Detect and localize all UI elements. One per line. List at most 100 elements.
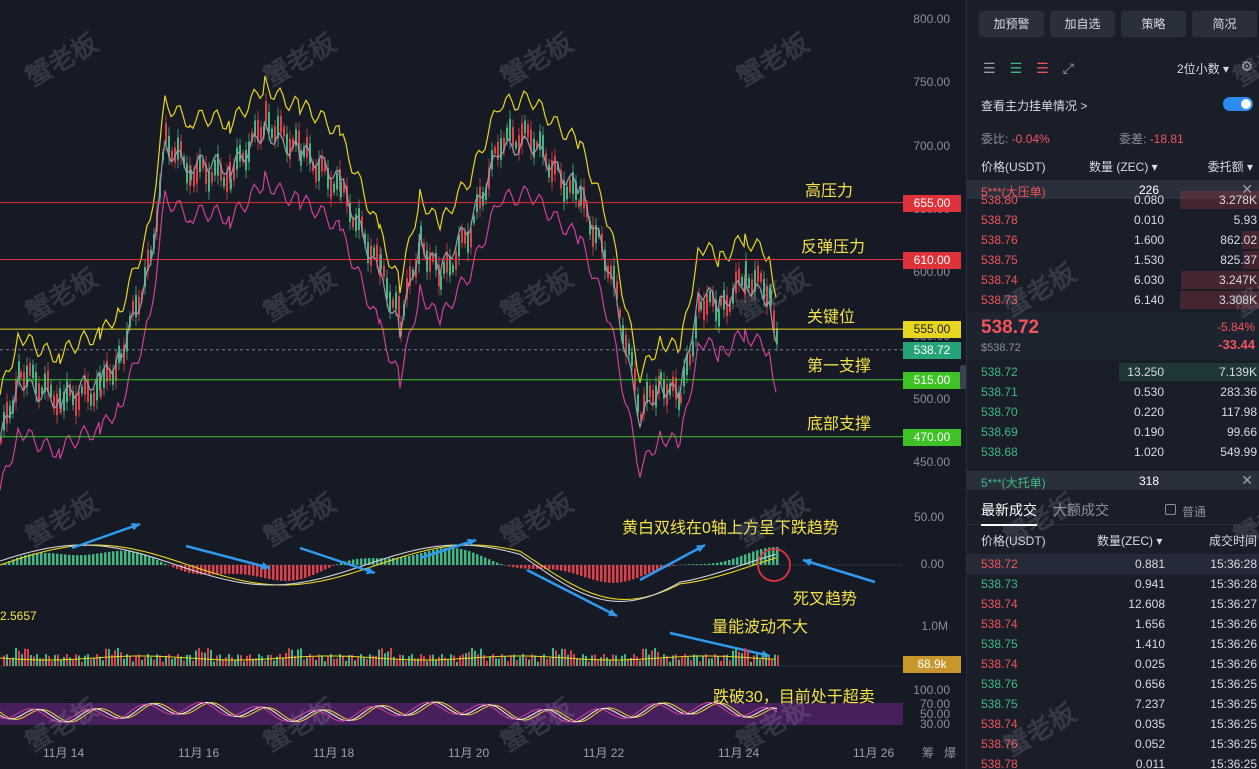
chart-canvas[interactable] [0, 0, 960, 769]
bid-row[interactable]: 538.70 0.220 117.98 [967, 402, 1259, 422]
trade-time: 15:36:25 [1210, 697, 1257, 711]
candle-body [426, 250, 428, 272]
trade-row: 538.74 12.608 15:36:27 [967, 594, 1259, 614]
candle-body [186, 163, 188, 184]
date-tick: 11月 16 [178, 746, 220, 760]
macd-bar [632, 565, 635, 580]
ask-price: 538.76 [981, 233, 1018, 247]
macd-bar [248, 565, 251, 576]
volume-bar [54, 655, 56, 666]
liquidation-label[interactable]: 爆 [944, 744, 956, 761]
macd-bar [672, 565, 675, 566]
volume-bar [495, 658, 497, 666]
macd-bar [324, 565, 327, 570]
volume-bar [579, 658, 581, 666]
both-sides-view-icon[interactable]: ☰ [983, 60, 996, 77]
ob-qty-header[interactable]: 数量 (ZEC) ▾ [1089, 158, 1158, 175]
settings-icon[interactable]: ⚙ [1240, 58, 1253, 75]
volume-bar [681, 657, 683, 666]
overview-button[interactable]: 简况 [1192, 11, 1257, 37]
chip-distribution-label[interactable]: 筹 [922, 744, 934, 761]
volume-bar [771, 660, 773, 666]
big-bid-row[interactable]: 5***(大托单) 318 ✕ [967, 471, 1259, 490]
macd-bar [120, 550, 123, 565]
trade-qty: 0.025 [1134, 657, 1165, 671]
macd-bar [732, 558, 735, 565]
macd-bar [484, 557, 487, 565]
ask-price: 538.78 [981, 213, 1018, 227]
volume-bar [6, 654, 8, 666]
decimals-select[interactable]: 2位小数 ▾ [1177, 60, 1229, 77]
bid-row[interactable]: 538.72 13.250 7.139K [967, 362, 1259, 382]
macd-bar [476, 554, 479, 565]
macd-bar [76, 555, 79, 565]
volume-bar [15, 648, 17, 666]
volume-bar [741, 653, 743, 666]
bid-row[interactable]: 538.69 0.190 99.66 [967, 422, 1259, 442]
price-tick: 800.00 [913, 12, 950, 26]
volume-bar [399, 654, 401, 666]
volume-bar [621, 655, 623, 666]
volume-bar [366, 659, 368, 666]
macd-bar [524, 565, 527, 569]
volume-bar [525, 657, 527, 666]
price-tick: 700.00 [913, 138, 950, 153]
strategy-button[interactable]: 策略 [1121, 11, 1186, 37]
ask-row[interactable]: 538.78 0.010 5.93 [967, 210, 1259, 230]
add-alert-button[interactable]: 加预警 [979, 11, 1044, 37]
volume-bar [687, 657, 689, 666]
volume-bar [120, 652, 122, 666]
price-chart[interactable]: 800.00750.00700.00650.00600.00550.00500.… [0, 0, 961, 769]
ask-row[interactable]: 538.80 0.080 3.278K [967, 190, 1259, 210]
ob-total-header[interactable]: 委托额 ▾ [1208, 158, 1253, 175]
tr-qty-header[interactable]: 数量(ZEC) ▾ [1097, 532, 1162, 549]
close-icon[interactable]: ✕ [1241, 472, 1253, 489]
macd-bar [152, 557, 155, 565]
macd-bar [500, 564, 503, 565]
trade-price: 538.74 [981, 717, 1018, 731]
rsi-tick-100: 100.00 [913, 683, 950, 697]
ratio-label: 委比: [981, 132, 1009, 146]
asks-view-icon[interactable]: ☰ [1036, 60, 1049, 77]
macd-bar [696, 564, 699, 565]
volume-bar [264, 660, 266, 666]
candle-body [452, 265, 454, 273]
candle-body [443, 262, 445, 274]
expand-icon[interactable]: ⤢ [1063, 60, 1074, 77]
bid-qty: 13.250 [1127, 365, 1164, 379]
volume-bar [732, 650, 734, 666]
volume-bar [567, 654, 569, 666]
macd-bar [628, 565, 631, 581]
tab-latest-trades[interactable]: 最新成交 [981, 500, 1037, 526]
candle-body [389, 291, 391, 312]
volume-bar [462, 654, 464, 666]
macd-bar [144, 554, 147, 565]
ask-row[interactable]: 538.74 6.030 3.247K [967, 270, 1259, 290]
volume-bar [273, 660, 275, 666]
volume-bar [756, 654, 758, 666]
candle-body [619, 309, 621, 317]
bids-view-icon[interactable]: ☰ [1010, 60, 1023, 77]
volume-bar [699, 661, 701, 666]
volume-bar [774, 654, 776, 666]
volume-bar [768, 656, 770, 666]
trade-time: 15:36:26 [1210, 657, 1257, 671]
normal-checkbox[interactable] [1165, 504, 1176, 515]
macd-bar [208, 565, 211, 575]
ask-row[interactable]: 538.75 1.530 825.37 [967, 250, 1259, 270]
macd-bar [168, 565, 171, 566]
main-orders-toggle-label[interactable]: 查看主力挂单情况 > [981, 97, 1087, 114]
candle-body [569, 179, 571, 193]
ask-row[interactable]: 538.73 6.140 3.308K [967, 290, 1259, 310]
bid-row[interactable]: 538.68 1.020 549.99 [967, 442, 1259, 462]
volume-bar [447, 659, 449, 666]
bid-row[interactable]: 538.71 0.530 283.36 [967, 382, 1259, 402]
macd-bar [604, 565, 607, 583]
ask-row[interactable]: 538.76 1.600 862.02 [967, 230, 1259, 250]
trade-row: 538.74 0.035 15:36:25 [967, 714, 1259, 734]
add-watchlist-button[interactable]: 加自选 [1050, 11, 1115, 37]
tab-large-trades[interactable]: 大额成交 [1053, 500, 1109, 520]
trade-time: 15:36:25 [1210, 737, 1257, 751]
main-orders-toggle[interactable] [1223, 97, 1253, 111]
candle-body [340, 181, 342, 198]
